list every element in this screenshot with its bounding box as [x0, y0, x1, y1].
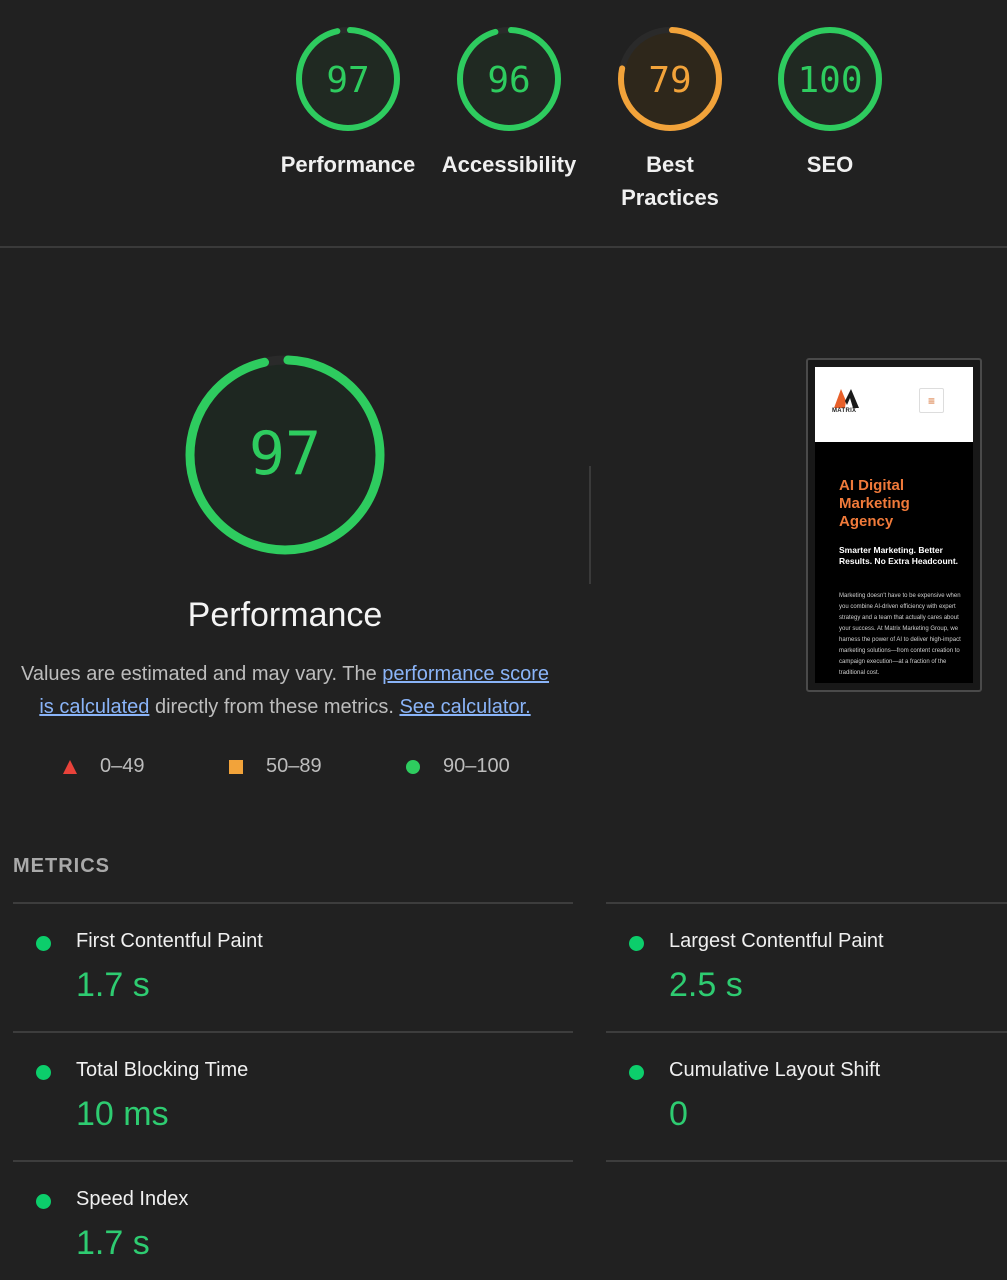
hamburger-icon: ≡: [919, 388, 944, 413]
thumbnail-headline: AI Digital Marketing Agency: [839, 477, 910, 530]
metric-value: 1.7 s: [76, 1224, 150, 1262]
final-screenshot-thumbnail[interactable]: MATRIX ≡ AI Digital Marketing Agency Sma…: [806, 358, 982, 692]
see-calculator-link[interactable]: See calculator.: [399, 696, 530, 718]
metric-label: Largest Contentful Paint: [669, 930, 884, 952]
metric-label: Total Blocking Time: [76, 1059, 249, 1081]
pass-circle-icon: [629, 1065, 644, 1080]
category-performance[interactable]: 97 Performance: [268, 24, 428, 181]
metrics-divider: [13, 1160, 573, 1162]
pass-circle-icon: [36, 1194, 51, 1209]
triangle-icon: [63, 759, 77, 774]
legend-pass: 90–100: [405, 755, 510, 778]
performance-label: Performance: [280, 152, 416, 177]
seo-label: SEO: [806, 152, 854, 177]
category-seo[interactable]: 100 SEO: [750, 24, 910, 181]
metrics-heading: METRICS: [13, 855, 110, 877]
circle-icon: [406, 759, 420, 774]
category-accessibility[interactable]: 96 Accessibility: [429, 24, 589, 181]
thumbnail-site-header: MATRIX ≡: [815, 367, 973, 442]
top-divider: [0, 246, 1007, 248]
metric-value: 10 ms: [76, 1095, 169, 1133]
metrics-divider: [13, 902, 573, 904]
pass-circle-icon: [36, 1065, 51, 1080]
metrics-divider: [606, 1160, 1007, 1162]
accessibility-label: Accessibility: [441, 152, 577, 177]
seo-gauge-ring: 100: [778, 27, 882, 131]
metric-value: 2.5 s: [669, 966, 743, 1004]
legend-average: 50–89: [228, 755, 322, 778]
thumbnail-subheadline: Smarter Marketing. Better Results. No Ex…: [839, 545, 959, 566]
main-title: Performance: [187, 596, 383, 634]
accessibility-gauge-ring: 96: [457, 27, 561, 131]
legend-fail: 0–49: [62, 755, 145, 778]
metric-label: First Contentful Paint: [76, 930, 263, 952]
metrics-divider: [606, 902, 1007, 904]
metrics-divider: [13, 1031, 573, 1033]
best-practices-gauge-ring: 79: [618, 27, 722, 131]
performance-score: 97: [326, 60, 369, 101]
metric-label: Cumulative Layout Shift: [669, 1059, 881, 1081]
performance-gauge-ring: 97: [296, 27, 400, 131]
score-note: Values are estimated and may vary. The p…: [20, 663, 550, 718]
best-practices-score: 79: [648, 60, 691, 101]
vertical-divider: [589, 466, 591, 584]
best-practices-label: Best Practices: [621, 152, 719, 210]
square-icon: [229, 759, 243, 774]
metric-label: Speed Index: [76, 1188, 189, 1210]
seo-score: 100: [797, 60, 862, 101]
thumbnail-logo-text: MATRIX: [832, 408, 857, 414]
metrics-divider: [606, 1031, 1007, 1033]
metric-value: 1.7 s: [76, 966, 150, 1004]
accessibility-score: 96: [487, 60, 530, 101]
category-best-practices[interactable]: 79 Best Practices: [590, 24, 750, 214]
pass-circle-icon: [36, 936, 51, 951]
thumbnail-body-text: Marketing doesn't have to be expensive w…: [839, 593, 961, 676]
main-performance-gauge: 97: [180, 350, 390, 560]
metric-value: 0: [669, 1095, 688, 1133]
main-gauge-ring: 97: [185, 355, 385, 555]
pass-circle-icon: [629, 936, 644, 951]
main-score: 97: [249, 419, 321, 489]
matrix-logo-icon: [834, 389, 859, 408]
